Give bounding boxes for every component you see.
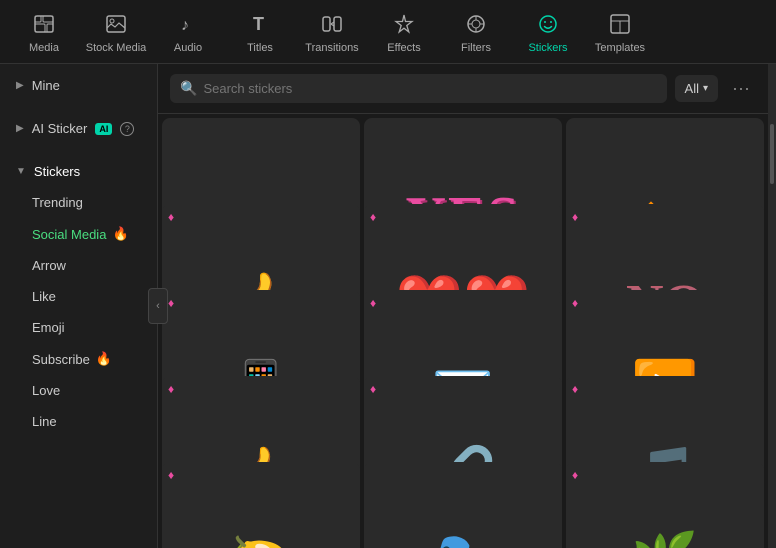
nav-transitions-label: Transitions	[305, 42, 358, 54]
stickers-header-label: Stickers	[34, 164, 80, 179]
subscribe-label: Subscribe	[32, 352, 90, 367]
scrollbar[interactable]	[768, 64, 776, 548]
filter-chevron-icon: ▾	[703, 83, 708, 94]
hearts-premium-badge: ♦	[370, 210, 376, 224]
social-media-fire-icon: 🔥	[112, 226, 128, 242]
nav-stickers-label: Stickers	[528, 42, 567, 54]
nav-audio-label: Audio	[174, 42, 202, 54]
sticker-bottom-2[interactable]: 🎭 ⬇	[364, 462, 562, 548]
nav-audio[interactable]: ♪ Audio	[152, 2, 224, 62]
sidebar-item-mine[interactable]: ▶ Mine	[0, 70, 157, 101]
social-media-label: Social Media	[32, 227, 106, 242]
love-label: Love	[32, 383, 60, 398]
nav-filters-label: Filters	[461, 42, 491, 54]
sidebar-item-emoji[interactable]: Emoji	[0, 312, 157, 343]
thumbs-up-premium-badge: ♦	[168, 210, 174, 224]
emoji-label: Emoji	[32, 320, 65, 335]
titles-icon: T	[246, 10, 274, 38]
sidebar-section-mine: ▶ Mine	[0, 64, 157, 107]
like-label: Like	[32, 289, 56, 304]
nav-stock-media[interactable]: Stock Media	[80, 2, 152, 62]
search-input-wrap: 🔍	[170, 74, 667, 103]
nav-effects-label: Effects	[387, 42, 420, 54]
ai-badge: AI	[95, 123, 112, 135]
stickers-header[interactable]: ▼ Stickers	[0, 156, 157, 187]
nav-titles[interactable]: T Titles	[224, 2, 296, 62]
nav-effects[interactable]: Effects	[368, 2, 440, 62]
content-area: 🔍 All ▾ ··· ★★★★★ ⬇ YES ＋	[158, 64, 768, 548]
filter-button[interactable]: All ▾	[675, 75, 718, 102]
bottom2-content: 🎭	[429, 530, 496, 548]
nav-titles-label: Titles	[247, 42, 273, 54]
search-bar: 🔍 All ▾ ···	[158, 64, 768, 114]
arrow-label: Arrow	[32, 258, 66, 273]
media-icon	[30, 10, 58, 38]
sidebar-item-social-media[interactable]: Social Media 🔥	[0, 218, 157, 250]
main-area: ▶ Mine ▶ AI Sticker AI ? ▼ Stickers Tren…	[0, 64, 776, 548]
sticker-bottom-1[interactable]: ♦ 🍋 ⬇	[162, 462, 360, 548]
top-nav: Media Stock Media ♪ Audio T Titles	[0, 0, 776, 64]
sidebar-item-subscribe[interactable]: Subscribe 🔥	[0, 343, 157, 375]
nav-media-label: Media	[29, 42, 59, 54]
sidebar-item-arrow[interactable]: Arrow	[0, 250, 157, 281]
nav-templates-label: Templates	[595, 42, 645, 54]
notification-premium-badge: ♦	[370, 296, 376, 310]
phone-premium-badge: ♦	[168, 296, 174, 310]
nav-media[interactable]: Media	[8, 2, 80, 62]
sidebar-item-trending[interactable]: Trending	[0, 187, 157, 218]
sidebar-collapse-button[interactable]: ‹	[148, 288, 168, 324]
help-icon[interactable]: ?	[120, 122, 134, 136]
stickers-icon	[534, 10, 562, 38]
audio-icon: ♪	[174, 10, 202, 38]
search-input[interactable]	[203, 81, 656, 96]
ai-sticker-label: AI Sticker	[32, 121, 88, 136]
bottom3-content: 🌿	[631, 530, 698, 548]
music-premium-badge: ♦	[572, 382, 578, 396]
stock-media-icon	[102, 10, 130, 38]
sidebar-item-ai-sticker[interactable]: ▶ AI Sticker AI ?	[0, 113, 157, 144]
svg-text:♪: ♪	[181, 17, 189, 34]
mine-chevron-icon: ▶	[16, 80, 24, 91]
templates-icon	[606, 10, 634, 38]
bottom1-premium-badge: ♦	[168, 468, 174, 482]
filters-icon	[462, 10, 490, 38]
sidebar-item-line[interactable]: Line	[0, 406, 157, 437]
nav-stickers[interactable]: Stickers	[512, 2, 584, 62]
stickers-chevron-icon: ▼	[16, 166, 26, 177]
bottom3-premium-badge: ♦	[572, 468, 578, 482]
subscribe-fire-icon: 🔥	[96, 351, 112, 367]
nav-stock-media-label: Stock Media	[86, 42, 147, 54]
filter-label: All	[685, 81, 699, 96]
bottom1-content: 🍋	[227, 530, 294, 548]
sidebar-item-like[interactable]: Like	[0, 281, 157, 312]
nav-templates[interactable]: Templates	[584, 2, 656, 62]
mine-label: Mine	[32, 78, 60, 93]
share-premium-badge: ♦	[370, 382, 376, 396]
scrollbar-thumb	[770, 124, 774, 184]
svg-text:T: T	[253, 14, 264, 34]
thumbs-up-2-premium-badge: ♦	[168, 382, 174, 396]
nav-transitions[interactable]: Transitions	[296, 2, 368, 62]
nav-filters[interactable]: Filters	[440, 2, 512, 62]
more-options-button[interactable]: ···	[726, 74, 756, 103]
line-label: Line	[32, 414, 57, 429]
sidebar: ▶ Mine ▶ AI Sticker AI ? ▼ Stickers Tren…	[0, 64, 158, 548]
sidebar-section-stickers: ▼ Stickers Trending Social Media 🔥 Arrow…	[0, 150, 157, 443]
sidebar-item-love[interactable]: Love	[0, 375, 157, 406]
sticker-bottom-3[interactable]: ♦ 🌿 ⬇	[566, 462, 764, 548]
search-icon: 🔍	[180, 80, 197, 97]
sidebar-section-ai: ▶ AI Sticker AI ?	[0, 107, 157, 150]
play-premium-badge: ♦	[572, 296, 578, 310]
no-premium-badge: ♦	[572, 210, 578, 224]
sticker-grid: ★★★★★ ⬇ YES ＋ ↘ ⬇ ♦ 👍 ＋ ♦	[158, 114, 768, 548]
transitions-icon	[318, 10, 346, 38]
effects-icon	[390, 10, 418, 38]
sidebar-items: Trending Social Media 🔥 Arrow Like Emoji…	[0, 187, 157, 437]
trending-label: Trending	[32, 195, 83, 210]
ai-chevron-icon: ▶	[16, 123, 24, 134]
